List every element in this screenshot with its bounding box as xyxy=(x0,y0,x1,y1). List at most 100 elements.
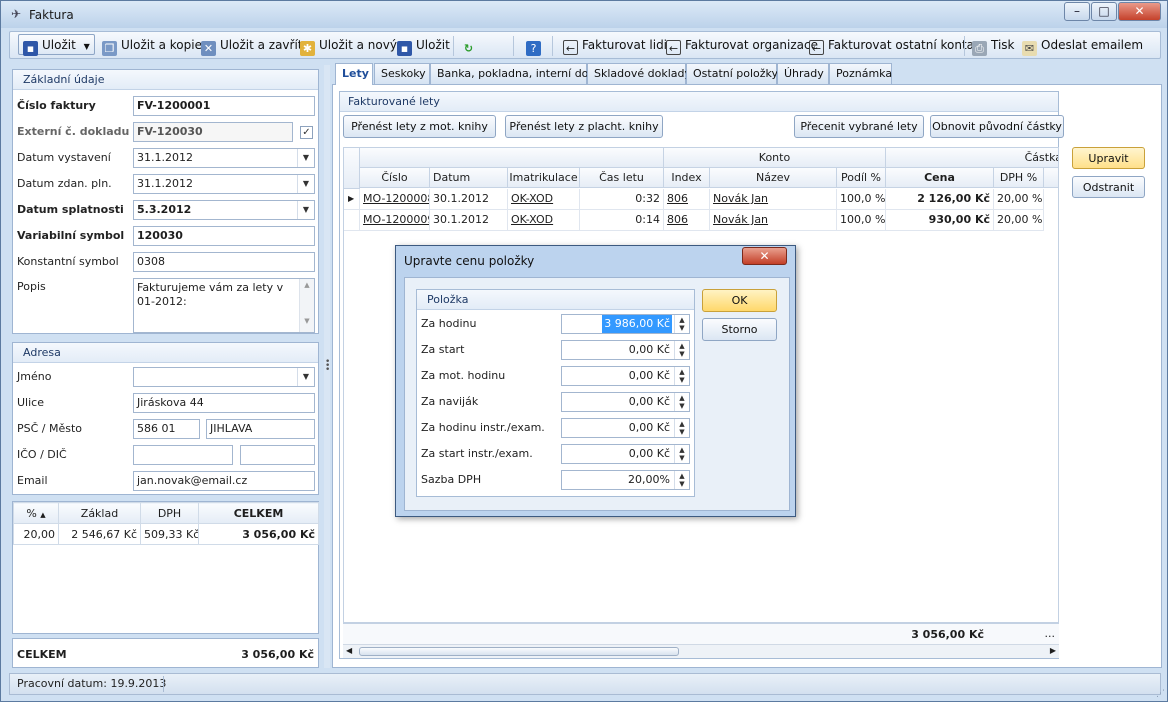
col-podil[interactable]: Podíl % xyxy=(837,168,886,188)
scroll-thumb[interactable] xyxy=(359,647,679,656)
chevron-down-icon[interactable]: ▼ xyxy=(297,175,314,193)
tab-banka[interactable]: Banka, pokladna, interní dokl. xyxy=(430,63,601,84)
spinner-icon[interactable]: ▲ ▼ xyxy=(674,445,689,463)
spinner-icon[interactable]: ▲ ▼ xyxy=(674,315,689,333)
rate-per-hour-input[interactable]: 3 986,00 Kč ▲ ▼ xyxy=(561,314,690,334)
zip-field[interactable]: 586 01 xyxy=(133,419,200,439)
col-imatrikulace[interactable]: Imatrikulace xyxy=(508,168,580,188)
save-new-label: Uložit a nový xyxy=(319,38,397,52)
rate-motor-hour-input[interactable]: 0,00 Kč ▲ ▼ xyxy=(561,366,690,386)
refresh-button[interactable]: ↻ xyxy=(461,35,480,56)
chevron-down-icon[interactable]: ▼ xyxy=(84,42,90,51)
invoice-people-button[interactable]: ← Fakturovat lidi xyxy=(563,35,667,56)
spinner-icon[interactable]: ▲ ▼ xyxy=(674,341,689,359)
street-field[interactable]: Jiráskova 44 xyxy=(133,393,315,413)
rate-winch-input[interactable]: 0,00 Kč ▲ ▼ xyxy=(561,392,690,412)
col-index[interactable]: Index xyxy=(664,168,710,188)
col-nazev[interactable]: Název xyxy=(710,168,837,188)
save-close-button[interactable]: ✕ Uložit a zavřít xyxy=(201,35,303,56)
horizontal-scrollbar[interactable]: ◀ ▶ xyxy=(343,644,1059,658)
tab-lety[interactable]: Lety xyxy=(335,63,373,85)
ok-button[interactable]: OK xyxy=(702,289,777,312)
save-button[interactable]: ▪ Uložit xyxy=(397,35,450,56)
col-cas-letu[interactable]: Čas letu xyxy=(580,168,664,188)
spinner-icon[interactable]: ▲ ▼ xyxy=(674,419,689,437)
col-datum[interactable]: Datum xyxy=(430,168,508,188)
external-doc-field[interactable]: FV-120030 xyxy=(133,122,293,142)
rate-instr-start-input[interactable]: 0,00 Kč ▲ ▼ xyxy=(561,444,690,464)
rate-instr-hour-input[interactable]: 0,00 Kč ▲ ▼ xyxy=(561,418,690,438)
col-dph[interactable]: DPH % xyxy=(994,168,1044,188)
close-button[interactable]: ✕ xyxy=(1118,2,1161,21)
chevron-down-icon[interactable]: ▼ xyxy=(297,368,314,386)
city-field[interactable]: JIHLAVA xyxy=(206,419,315,439)
col-vat[interactable]: DPH xyxy=(140,502,199,524)
reprice-selected-button[interactable]: Přecenit vybrané lety xyxy=(794,115,924,138)
table-row[interactable]: 20,00 2 546,67 Kč 509,33 Kč 3 056,00 Kč xyxy=(13,523,319,545)
due-date-field[interactable]: 5.3.2012 ▼ xyxy=(133,200,315,220)
spinner-icon[interactable]: ▲ ▼ xyxy=(674,367,689,385)
edit-button[interactable]: Upravit xyxy=(1072,147,1145,169)
maximize-button[interactable]: □ xyxy=(1091,2,1117,21)
cancel-button[interactable]: Storno xyxy=(702,318,777,341)
col-total[interactable]: CELKEM xyxy=(198,502,319,524)
total-value: 3 056,00 Kč xyxy=(241,648,314,661)
vat-rate-input[interactable]: 20,00% ▲ ▼ xyxy=(561,470,690,490)
print-button[interactable]: ⎙ Tisk xyxy=(972,35,1015,56)
row1-index[interactable]: 806 xyxy=(664,189,710,210)
tab-skladove-doklady[interactable]: Skladové doklady xyxy=(587,63,691,84)
dic-field[interactable] xyxy=(240,445,315,465)
variable-symbol-field[interactable]: 120030 xyxy=(133,226,315,246)
constant-symbol-field[interactable]: 0308 xyxy=(133,252,315,272)
resize-grip-icon[interactable]: ⋰ xyxy=(1156,689,1165,699)
minimize-button[interactable]: – xyxy=(1064,2,1090,21)
dialog-body: Položka Za hodinu 3 986,00 Kč ▲ ▼ Za start… xyxy=(404,277,790,511)
send-email-button[interactable]: ✉ Odeslat emailem xyxy=(1022,35,1143,56)
row2-cislo[interactable]: MO-1200009 xyxy=(360,210,430,231)
col-percent[interactable]: % ▲ xyxy=(13,502,59,524)
ico-field[interactable] xyxy=(133,445,233,465)
invoice-number-field[interactable]: FV-1200001 xyxy=(133,96,315,116)
panel-splitter[interactable]: • • • xyxy=(324,65,330,668)
description-textarea[interactable]: Fakturujeme vám za lety v 01-2012: xyxy=(133,278,315,333)
description-scrollbar[interactable]: ▲ ▼ xyxy=(299,279,314,332)
help-button[interactable]: ? xyxy=(526,35,545,56)
tab-uhrady[interactable]: Úhrady xyxy=(777,63,829,84)
chevron-down-icon[interactable]: ▼ xyxy=(297,201,314,219)
invoice-organizations-button[interactable]: ← Fakturovat organizace xyxy=(666,35,818,56)
save-copy-button[interactable]: ❐ Uložit a kopie xyxy=(102,35,202,56)
col-cena[interactable]: Cena xyxy=(886,168,994,188)
tab-poznamka[interactable]: Poznámka xyxy=(829,63,892,84)
row2-imatrikulace[interactable]: OK-XOD xyxy=(508,210,580,231)
restore-amounts-button[interactable]: Obnovit původní částky xyxy=(930,115,1064,138)
tab-ostatni-polozky[interactable]: Ostatní položky xyxy=(686,63,778,84)
rate-per-start-input[interactable]: 0,00 Kč ▲ ▼ xyxy=(561,340,690,360)
remove-button[interactable]: Odstranit xyxy=(1072,176,1145,198)
row1-cislo[interactable]: MO-1200008 xyxy=(360,189,430,210)
col-base[interactable]: Základ xyxy=(58,502,141,524)
spinner-icon[interactable]: ▲ ▼ xyxy=(674,471,689,489)
title-bar[interactable]: ✈ Faktura – □ ✕ xyxy=(1,1,1167,28)
col-cislo[interactable]: Číslo xyxy=(360,168,430,188)
scroll-left-icon[interactable]: ◀ xyxy=(346,646,352,655)
row2-index[interactable]: 806 xyxy=(664,210,710,231)
transfer-glider-flights-button[interactable]: Přenést lety z placht. knihy xyxy=(505,115,663,138)
email-field[interactable]: jan.novak@email.cz xyxy=(133,471,315,491)
row1-nazev[interactable]: Novák Jan xyxy=(710,189,837,210)
external-doc-checkbox[interactable]: ✓ xyxy=(300,126,313,139)
row1-imatrikulace[interactable]: OK-XOD xyxy=(508,189,580,210)
vat-rate-value: 20,00% xyxy=(628,473,670,486)
name-field[interactable]: ▼ xyxy=(133,367,315,387)
transfer-motor-flights-button[interactable]: Přenést lety z mot. knihy xyxy=(343,115,496,138)
spinner-icon[interactable]: ▲ ▼ xyxy=(674,393,689,411)
save-split-button[interactable]: ▪ Uložit ▼ xyxy=(18,34,95,56)
dialog-close-button[interactable]: ✕ xyxy=(742,247,787,265)
invoice-other-accounts-button[interactable]: ← Fakturovat ostatní konta xyxy=(809,35,974,56)
tab-seskoky[interactable]: Seskoky xyxy=(374,63,430,84)
chevron-down-icon[interactable]: ▼ xyxy=(297,149,314,167)
save-new-button[interactable]: ✱ Uložit a nový xyxy=(300,35,397,56)
issue-date-field[interactable]: 31.1.2012 ▼ xyxy=(133,148,315,168)
scroll-right-icon[interactable]: ▶ xyxy=(1050,646,1056,655)
row2-nazev[interactable]: Novák Jan xyxy=(710,210,837,231)
tax-date-field[interactable]: 31.1.2012 ▼ xyxy=(133,174,315,194)
